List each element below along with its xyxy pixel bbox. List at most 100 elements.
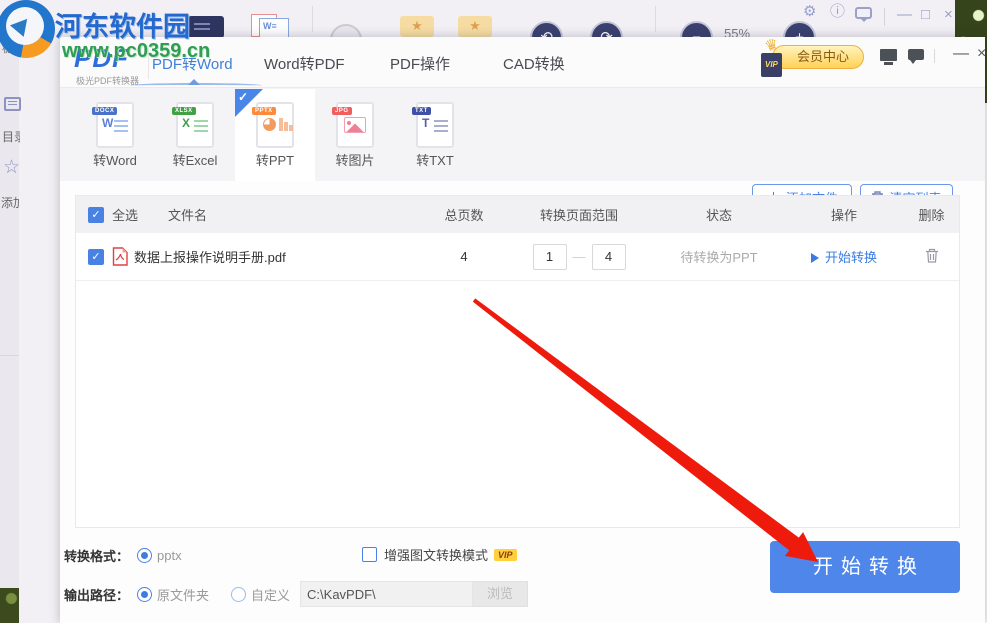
filetab-label: 转TXT — [395, 150, 475, 169]
filetab-to-excel[interactable]: XLSX X 转Excel — [155, 89, 235, 181]
enhance-label: 增强图文转换模式 — [384, 545, 488, 564]
doc-lines — [114, 120, 128, 122]
picture-glyph — [344, 117, 366, 133]
vip-badge: VIP — [761, 53, 782, 77]
output-row: 输出路径： 原文件夹 自定义 浏览 — [64, 581, 528, 607]
background-app-sidebar — [0, 37, 19, 588]
filetab-label: 转Word — [75, 150, 155, 169]
output-path-input[interactable] — [300, 581, 473, 607]
filetab-to-image[interactable]: JPG 转图片 — [315, 89, 395, 181]
letter-w: W — [102, 116, 113, 130]
vip-member-button[interactable]: ♛ VIP 会员中心 — [772, 45, 864, 69]
pptx-badge: PPTX — [252, 107, 276, 115]
tab-cad-convert[interactable]: CAD转换 — [503, 53, 565, 74]
pie-chart-glyph — [263, 118, 276, 131]
settings-gear-icon[interactable]: ⚙ — [803, 3, 816, 21]
tab-pdf-operate[interactable]: PDF操作 — [390, 53, 450, 74]
enhance-mode-group: 增强图文转换模式 VIP — [362, 545, 517, 564]
toolbar-divider — [312, 6, 313, 32]
row-filename: 数据上报操作说明手册.pdf — [134, 247, 286, 266]
row-delete-button[interactable] — [904, 248, 959, 266]
header-pages: 总页数 — [424, 205, 504, 224]
sidebar-divider — [0, 355, 19, 356]
format-pptx-radio[interactable] — [137, 548, 152, 563]
play-icon — [811, 253, 819, 263]
filetab-to-txt[interactable]: TXT T 转TXT — [395, 89, 475, 181]
table-header: ✓ 全选 文件名 总页数 转换页面范围 状态 操作 删除 — [76, 196, 959, 233]
output-custom-label: 自定义 — [251, 585, 290, 604]
word-doc-icon[interactable]: W≡ — [259, 18, 289, 39]
close-button[interactable]: × — [977, 45, 986, 63]
header-action: 操作 — [784, 205, 904, 224]
catalog-icon[interactable] — [4, 97, 21, 111]
message-icon[interactable] — [908, 49, 924, 60]
excel-file-icon: XLSX X — [176, 102, 214, 148]
vip-member-label: 会员中心 — [797, 49, 849, 64]
filetab-to-word[interactable]: DOCX W 转Word — [75, 89, 155, 181]
output-label: 输出路径： — [64, 585, 129, 604]
letter-t: T — [422, 116, 429, 130]
start-convert-button[interactable]: 开始转换 — [770, 541, 960, 593]
output-custom-radio[interactable] — [231, 587, 246, 602]
sidebar-item-add[interactable]: 添加 — [1, 194, 19, 211]
titlebar: PDF 极光PDF转换器 PDF转Word Word转PDF PDF操作 CAD… — [60, 37, 985, 88]
tab-word-to-pdf[interactable]: Word转PDF — [264, 53, 345, 74]
bg-close-button[interactable]: × — [944, 6, 953, 24]
image-file-icon: JPG — [336, 102, 374, 148]
bg-maximize-button[interactable]: □ — [921, 6, 930, 24]
check-icon: ✓ — [238, 90, 248, 104]
txt-badge: TXT — [412, 107, 431, 115]
output-original-label: 原文件夹 — [157, 585, 209, 604]
enhance-checkbox[interactable] — [362, 547, 377, 562]
select-all-label: 全选 — [112, 205, 138, 224]
format-pptx-label: pptx — [157, 548, 182, 563]
bg-minimize-button[interactable]: — — [897, 6, 912, 24]
bookmark-star-icon[interactable]: ☆ — [3, 158, 20, 178]
filetab-label: 转图片 — [315, 150, 395, 169]
divider — [934, 49, 935, 63]
browse-button[interactable]: 浏览 — [473, 581, 528, 607]
favorite-icon-2[interactable]: ★ — [458, 16, 492, 37]
filetab-label: 转Excel — [155, 150, 235, 169]
desktop-photo-bottom-left — [0, 588, 19, 623]
row-convert-link[interactable]: 开始转换 — [784, 247, 904, 266]
word-file-icon: DOCX W — [96, 102, 134, 148]
panel-icon[interactable] — [188, 16, 224, 38]
filetab-label: 转PPT — [235, 150, 315, 169]
trash-icon — [925, 248, 939, 263]
table-row: ✓ 数据上报操作说明手册.pdf 4 — 待转换为PPT 开始转换 — [76, 233, 959, 281]
range-to-input[interactable] — [592, 244, 626, 270]
file-table: ✓ 全选 文件名 总页数 转换页面范围 状态 操作 删除 ✓ 数据上报操作说明手… — [75, 195, 960, 528]
header-delete: 删除 — [904, 205, 959, 224]
filetab-to-ppt[interactable]: ✓ PPTX 转PPT — [235, 89, 315, 181]
ppt-file-icon: PPTX — [256, 102, 294, 148]
doc-lines — [194, 120, 208, 122]
output-original-radio[interactable] — [137, 587, 152, 602]
info-icon[interactable]: ⓘ — [830, 3, 845, 21]
range-from-input[interactable] — [533, 244, 567, 270]
header-status: 状态 — [654, 205, 784, 224]
header-range: 转换页面范围 — [504, 205, 654, 224]
minimize-button[interactable]: — — [953, 45, 969, 63]
format-label: 转换格式： — [64, 546, 129, 565]
toolbar-divider — [655, 6, 656, 32]
txt-file-icon: TXT T — [416, 102, 454, 148]
background-app-name: 极光 — [2, 39, 19, 56]
pdf-file-icon — [112, 247, 128, 266]
filetype-tab-strip: DOCX W 转Word XLSX X 转Excel ✓ PPTX 转P — [60, 88, 985, 181]
docx-badge: DOCX — [92, 107, 117, 115]
tab-pdf-to-word[interactable]: PDF转Word — [152, 53, 233, 74]
bar-chart-glyph — [279, 118, 283, 131]
select-all-checkbox[interactable]: ✓ — [88, 207, 104, 223]
favorite-icon[interactable]: ★ — [400, 16, 434, 37]
feedback-icon[interactable] — [855, 7, 872, 19]
row-checkbox[interactable]: ✓ — [88, 249, 104, 265]
vip-badge-small: VIP — [494, 549, 517, 561]
header-filename: 文件名 — [168, 205, 207, 224]
sidebar-item-catalog[interactable]: 目录 — [2, 128, 20, 145]
active-tab-bump — [188, 79, 200, 85]
xlsx-badge: XLSX — [172, 107, 196, 115]
row-status: 待转换为PPT — [654, 247, 784, 266]
row-pages: 4 — [424, 249, 504, 264]
monitor-icon[interactable] — [880, 49, 897, 61]
